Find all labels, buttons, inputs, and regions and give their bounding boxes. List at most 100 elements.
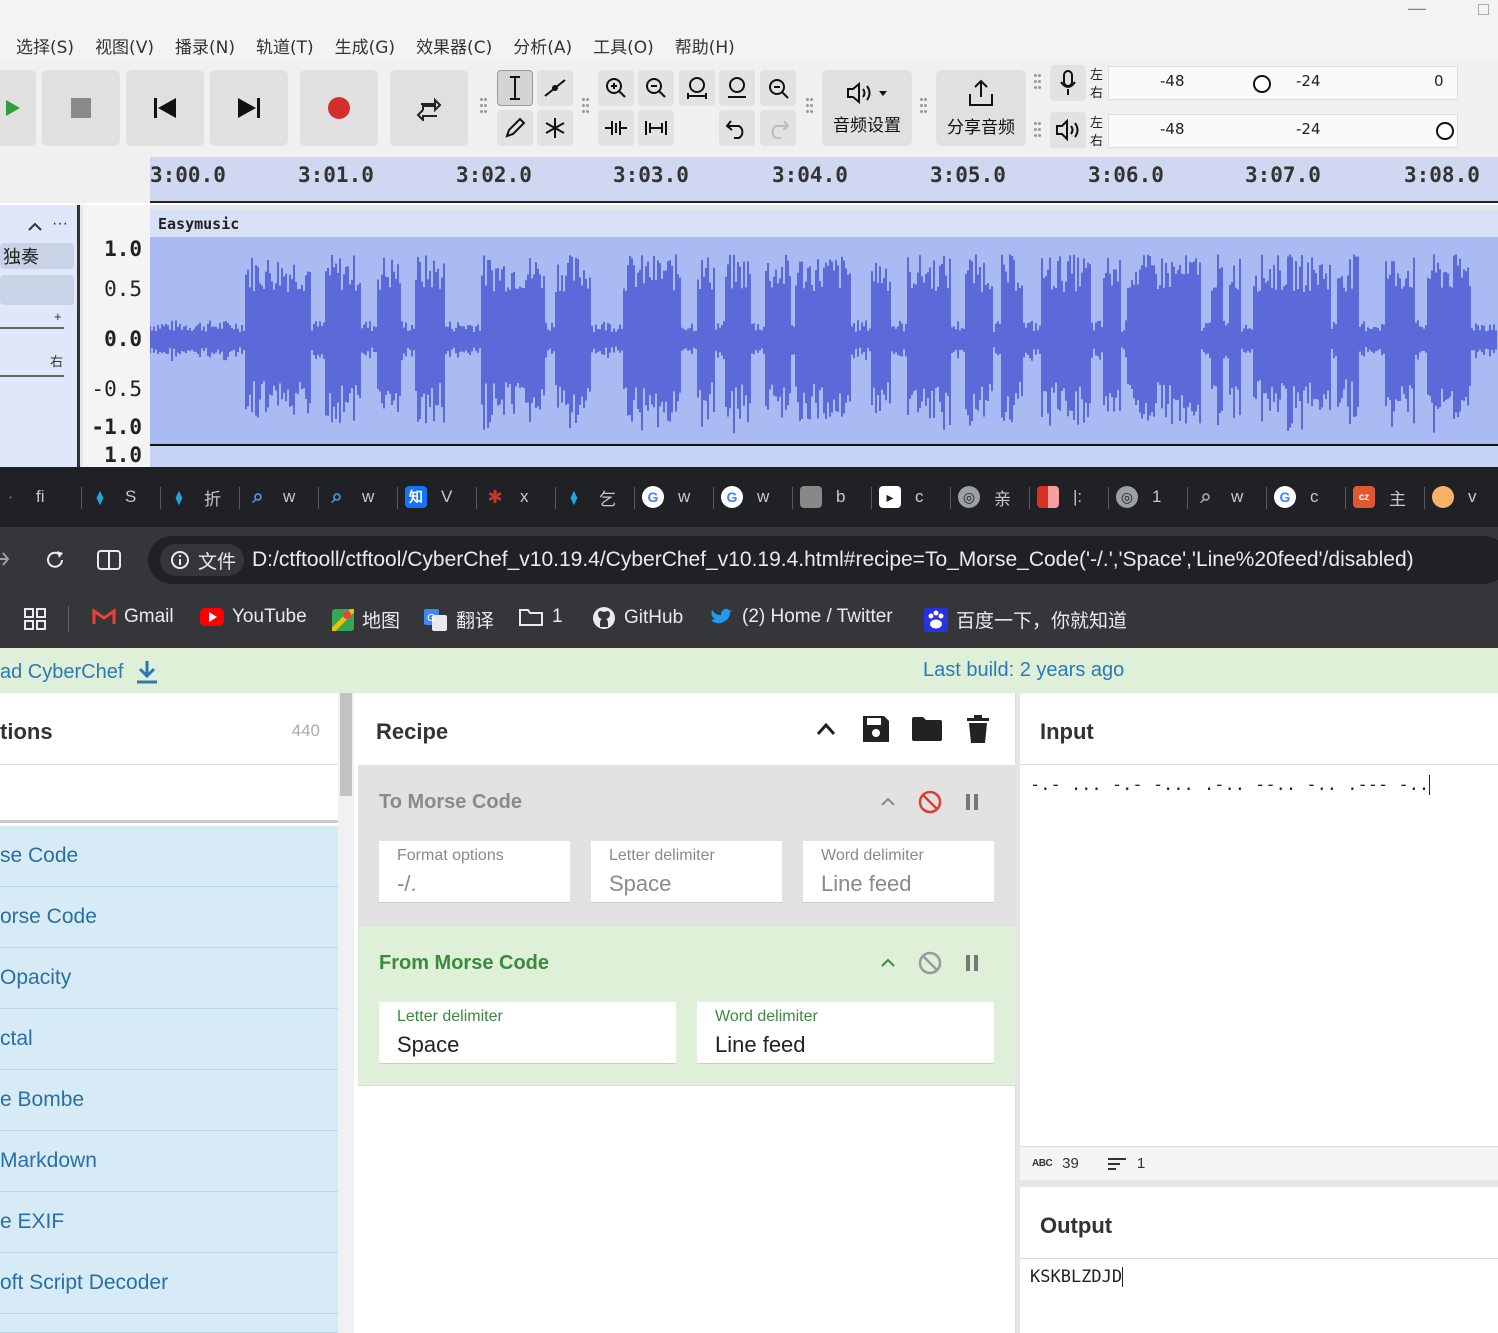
browser-tab[interactable]: ▸ c [879, 481, 924, 513]
operation-item[interactable]: orse Code [0, 887, 338, 948]
breakpoint-button[interactable] [959, 789, 985, 815]
browser-tab[interactable]: ⧫ 折 [168, 481, 221, 513]
solo-button[interactable]: 独奏 [0, 243, 74, 269]
zoom-in-button[interactable] [598, 70, 634, 106]
reload-icon[interactable] [44, 549, 66, 571]
menu-effect[interactable]: 效果器(C) [416, 33, 492, 58]
silence-button[interactable] [638, 110, 674, 146]
minimise-op-button[interactable] [875, 950, 901, 976]
browser-tab[interactable]: Gw [642, 481, 690, 513]
toolbar-grip[interactable] [1034, 74, 1042, 94]
letter-delimiter-field[interactable]: Letter delimiter Space [591, 841, 782, 903]
recipe-op-to-morse[interactable]: To Morse Code Format options -/. Letter … [358, 765, 1016, 925]
bookmark-folder[interactable]: 1 [518, 606, 563, 628]
operation-item[interactable]: e EXIF [0, 1192, 338, 1253]
browser-tab[interactable]: ⌕ w [247, 481, 295, 513]
operation-item[interactable]: e Bombe [0, 1070, 338, 1131]
browser-tab[interactable]: ◎ 1 [1116, 481, 1161, 513]
play-button[interactable] [0, 70, 36, 146]
menu-analyze[interactable]: 分析(A) [513, 33, 572, 58]
browser-tab[interactable]: 知V [405, 481, 452, 513]
hide-args-button[interactable] [810, 713, 842, 745]
output-text[interactable]: KSKBLZDJD [1030, 1267, 1124, 1287]
operation-item[interactable] [0, 1314, 338, 1333]
breakpoint-button[interactable] [959, 950, 985, 976]
menu-tools[interactable]: 工具(O) [593, 33, 654, 58]
draw-tool-button[interactable] [497, 110, 533, 146]
clip-area[interactable]: Easymusic [149, 210, 1498, 467]
browser-tab[interactable]: Gw [721, 481, 769, 513]
clear-recipe-button[interactable] [962, 713, 994, 745]
record-meter-button[interactable] [1050, 65, 1086, 101]
track-menu-icon[interactable]: ··· [52, 215, 68, 233]
skip-end-button[interactable] [210, 70, 288, 146]
zoom-toggle-button[interactable] [760, 70, 796, 106]
undo-button[interactable] [719, 110, 755, 146]
minimize-icon[interactable]: — [1408, 0, 1426, 19]
toolbar-grip[interactable] [920, 98, 928, 118]
url-text[interactable]: D:/ctftooll/ctftool/CyberChef_v10.19.4/C… [252, 548, 1414, 572]
browser-tab[interactable]: v [1432, 481, 1477, 513]
recipe-op-from-morse[interactable]: From Morse Code Letter delimiter Space W… [358, 925, 1016, 1085]
menu-select[interactable]: 选择(S) [16, 33, 74, 58]
toolbar-grip[interactable] [480, 98, 488, 118]
bookmark-maps[interactable]: 地图 [332, 606, 400, 633]
skip-start-button[interactable] [126, 70, 204, 146]
menu-generate[interactable]: 生成(G) [335, 33, 395, 58]
save-recipe-button[interactable] [860, 713, 892, 745]
multi-tool-button[interactable] [537, 110, 573, 146]
playback-level-meter[interactable]: 左 右 -48 -24 [1090, 112, 1460, 150]
selection-tool-button[interactable] [497, 70, 533, 106]
forward-icon[interactable] [0, 549, 10, 569]
browser-tab[interactable]: ⧫ S [89, 481, 137, 513]
operation-item[interactable]: ctal [0, 1009, 338, 1070]
record-button[interactable] [300, 70, 378, 146]
operations-scrollbar[interactable] [338, 693, 354, 1333]
toolbar-grip[interactable] [806, 98, 814, 118]
browser-tab[interactable]: Gc [1274, 481, 1319, 513]
operation-item[interactable]: Markdown [0, 1131, 338, 1192]
split-view-icon[interactable] [96, 549, 122, 571]
menu-view[interactable]: 视图(V) [95, 33, 154, 58]
toolbar-grip[interactable] [582, 98, 590, 118]
input-textarea[interactable] [1020, 766, 1498, 1146]
browser-tab[interactable]: ⌕ w [326, 481, 374, 513]
gain-slider[interactable] [0, 327, 64, 329]
browser-tab[interactable]: cz 主 [1353, 481, 1406, 513]
operation-item[interactable]: Opacity [0, 948, 338, 1009]
apps-grid-icon[interactable] [24, 608, 46, 630]
zoom-out-button[interactable] [638, 70, 674, 106]
operation-item[interactable]: oft Script Decoder [0, 1253, 338, 1314]
word-delimiter-field[interactable]: Word delimiter Line feed [697, 1002, 994, 1064]
record-level-meter[interactable]: 左 右 -48 -24 0 [1090, 64, 1460, 102]
browser-tab[interactable]: b [800, 481, 845, 513]
disable-op-button[interactable] [917, 789, 943, 815]
stop-button[interactable] [42, 70, 120, 146]
fit-selection-button[interactable] [679, 70, 715, 106]
bookmark-youtube[interactable]: YouTube [200, 606, 307, 628]
load-recipe-button[interactable] [911, 713, 943, 745]
scrollbar-thumb[interactable] [340, 693, 352, 796]
browser-tab[interactable]: ✱ x [484, 481, 528, 513]
fit-project-button[interactable] [719, 70, 755, 106]
meter-slider-knob-icon[interactable] [1434, 120, 1456, 142]
track-blank-button[interactable] [0, 275, 74, 305]
toolbar-grip[interactable] [1034, 122, 1042, 142]
bookmark-translate[interactable]: G 翻译 [424, 606, 494, 633]
bookmark-baidu[interactable]: 百度一下，你就知道 [924, 606, 1127, 633]
collapse-icon[interactable] [28, 221, 42, 231]
browser-tab[interactable]: ⌕ w [1195, 481, 1243, 513]
operations-search-input[interactable] [0, 765, 338, 823]
maximize-icon[interactable]: □ [1478, 0, 1489, 20]
format-options-field[interactable]: Format options -/. [379, 841, 570, 903]
meter-slider-knob-icon[interactable] [1252, 74, 1272, 94]
menu-help[interactable]: 帮助(H) [675, 33, 735, 58]
browser-tab[interactable]: · fi [0, 481, 45, 513]
address-bar[interactable]: 文件 D:/ctftooll/ctftool/CyberChef_v10.19.… [148, 536, 1498, 584]
browser-tab[interactable]: ⧫ 乞 [563, 481, 616, 513]
playback-meter-button[interactable] [1050, 112, 1086, 148]
bookmark-github[interactable]: GitHub [592, 606, 683, 630]
loop-button[interactable] [390, 70, 468, 146]
bookmark-twitter[interactable]: (2) Home / Twitter [710, 606, 893, 628]
pan-slider[interactable] [0, 375, 64, 377]
